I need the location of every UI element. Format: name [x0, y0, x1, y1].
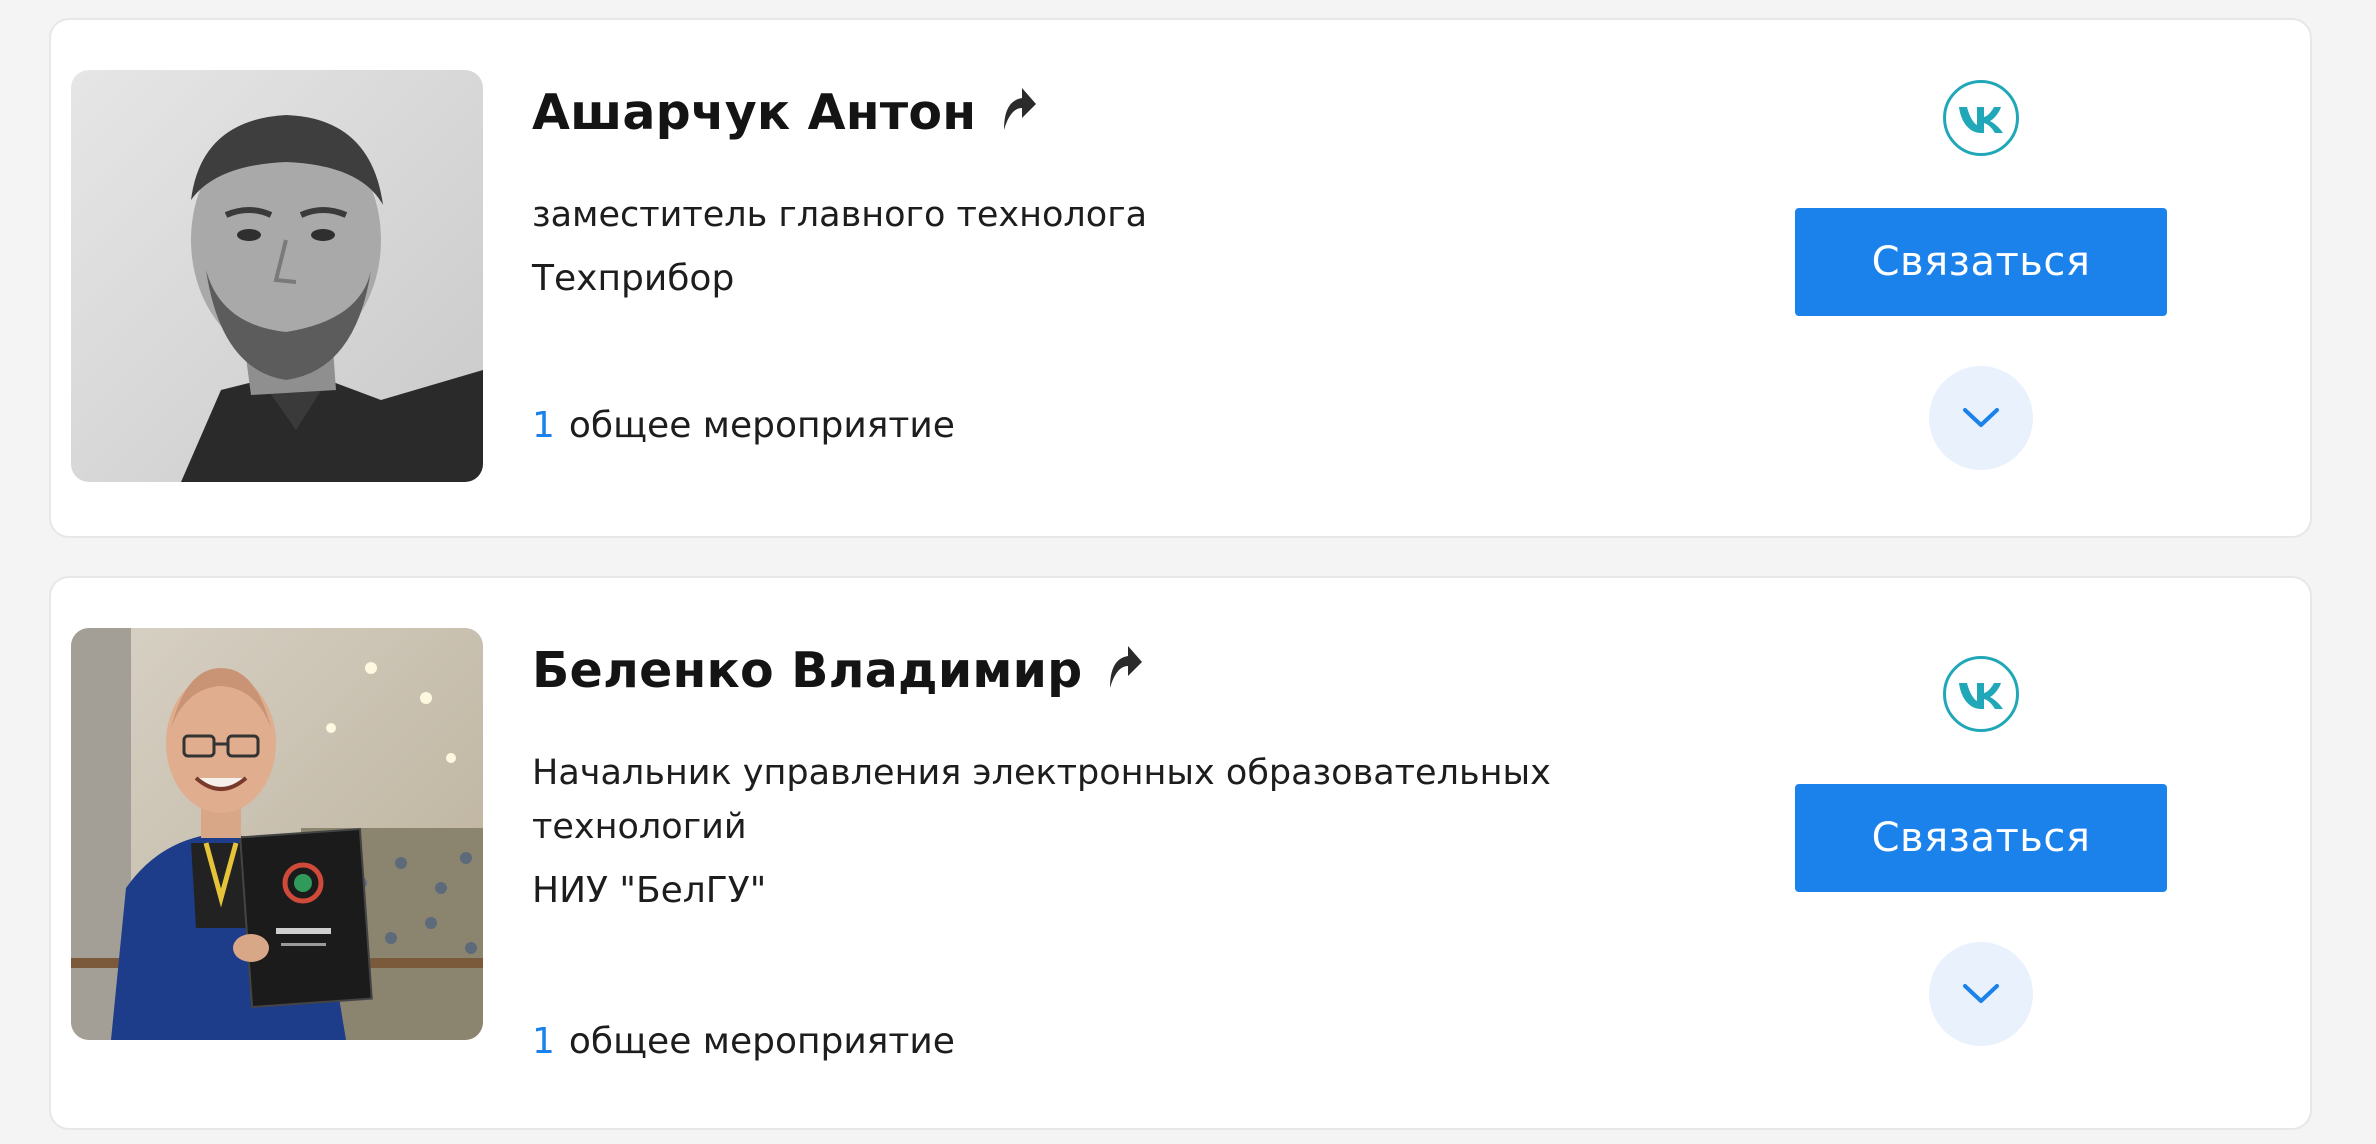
participant-photo[interactable]: [71, 70, 483, 482]
participant-position: Начальник управления электронных образов…: [532, 753, 1551, 847]
common-events-count: 1: [532, 405, 555, 446]
common-events-label: общее мероприятие: [568, 405, 955, 446]
participant-name[interactable]: Ашарчук Антон: [532, 84, 976, 141]
chevron-down-icon: [1963, 984, 1999, 1003]
participants-list: Ашарчук Антон заместитель главного техно…: [0, 0, 2376, 1144]
name-row: Ашарчук Антон: [532, 80, 1692, 144]
share-arrow-icon[interactable]: [998, 84, 1038, 132]
expand-button[interactable]: [1929, 366, 2033, 470]
vk-icon[interactable]: [1943, 80, 2019, 156]
participant-name[interactable]: Беленко Владимир: [532, 642, 1082, 699]
vk-icon[interactable]: [1943, 656, 2019, 732]
chevron-down-icon: [1963, 408, 1999, 427]
name-row: Беленко Владимир: [532, 638, 1692, 702]
participant-actions: Связаться: [1795, 80, 2167, 470]
participant-position: заместитель главного технолога: [532, 195, 1148, 235]
common-events-label: общее мероприятие: [568, 1021, 955, 1062]
common-events[interactable]: 1 общее мероприятие: [532, 405, 955, 446]
participant-company: Техприбор: [532, 258, 735, 299]
share-arrow-icon[interactable]: [1104, 642, 1144, 690]
participant-actions: Связаться: [1795, 656, 2167, 1046]
participant-card: Ашарчук Антон заместитель главного техно…: [49, 18, 2312, 538]
expand-button[interactable]: [1929, 942, 2033, 1046]
participant-company: НИУ "БелГУ": [532, 870, 767, 911]
contact-button[interactable]: Связаться: [1795, 784, 2167, 892]
contact-button[interactable]: Связаться: [1795, 208, 2167, 316]
participant-card: Беленко Владимир Начальник управления эл…: [49, 576, 2312, 1130]
common-events[interactable]: 1 общее мероприятие: [532, 1021, 955, 1062]
participant-info: Беленко Владимир Начальник управления эл…: [532, 638, 1692, 916]
participant-info: Ашарчук Антон заместитель главного техно…: [532, 80, 1692, 304]
common-events-count: 1: [532, 1021, 555, 1062]
participant-photo[interactable]: [71, 628, 483, 1040]
